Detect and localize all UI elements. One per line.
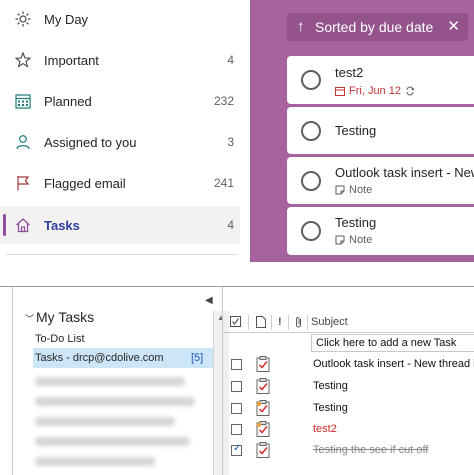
task-row[interactable]: Testing <box>223 399 474 419</box>
nav-count: 4 <box>227 218 234 232</box>
new-task-input[interactable]: Click here to add a new Task <box>311 334 474 352</box>
nav-count: 3 <box>227 135 234 149</box>
complete-checkbox-checked[interactable] <box>231 443 242 456</box>
sun-icon <box>14 10 32 28</box>
complete-checkbox[interactable] <box>231 403 242 414</box>
blurred-folder <box>35 457 155 466</box>
nav-count: 4 <box>227 53 234 67</box>
nav-item-tasks[interactable]: Tasks 4 <box>0 206 240 244</box>
task-note-label: Note <box>349 234 373 246</box>
remove-sort-icon[interactable]: ✕ <box>447 17 460 35</box>
blurred-folder <box>35 397 195 406</box>
folder-todo-list[interactable]: To-Do List <box>35 333 85 345</box>
task-clipboard-icon <box>256 356 270 372</box>
task-title: Outlook task insert - New <box>335 165 474 180</box>
task-clipboard-icon <box>256 378 270 394</box>
folder-tasks-label: Tasks - drcp@cdolive.com <box>35 352 164 364</box>
task-row[interactable]: Outlook task insert - New thread in <box>223 355 474 375</box>
chevron-down-icon: ﹀ <box>25 314 35 324</box>
nav-label: Assigned to you <box>44 134 137 150</box>
nav-label: Planned <box>44 93 92 109</box>
task-clipboard-icon <box>256 442 270 458</box>
task-meta: Note <box>335 234 372 246</box>
task-title: Testing <box>335 215 377 230</box>
flag-icon <box>14 174 32 192</box>
complete-checkbox[interactable] <box>231 359 242 370</box>
task-row[interactable]: test2 <box>223 420 474 440</box>
collapse-pane-icon[interactable]: ◀ <box>205 295 213 306</box>
nav-label: Important <box>44 52 99 68</box>
task-meta: Note <box>335 184 372 196</box>
task-recurring-icon <box>256 400 270 416</box>
tasks-panel: ↑ Sorted by due date ✕ test2 Fri, Jun 12… <box>250 0 474 262</box>
nav-item-important[interactable]: Important 4 <box>0 41 240 79</box>
my-tasks-header[interactable]: ﹀ My Tasks <box>25 309 94 325</box>
complete-circle-icon[interactable] <box>301 70 321 90</box>
person-icon <box>14 133 32 151</box>
importance-column-header[interactable]: ! <box>278 316 282 328</box>
nav-label: Tasks <box>44 217 80 233</box>
calendar-icon <box>335 87 345 96</box>
complete-column-icon[interactable] <box>230 316 241 330</box>
note-icon <box>335 235 345 245</box>
home-icon <box>14 216 32 234</box>
task-subject: Outlook task insert - New thread in <box>313 358 474 370</box>
sidebar-divider <box>6 254 238 255</box>
blurred-folder <box>35 437 190 446</box>
complete-circle-icon[interactable] <box>301 121 321 141</box>
task-row[interactable]: Testing <box>223 377 474 397</box>
task-meta: Fri, Jun 12 <box>335 85 415 97</box>
task-note-label: Note <box>349 184 373 196</box>
task-list-pane: ! Subject Click here to add a new Task O… <box>222 287 474 475</box>
my-tasks-label: My Tasks <box>36 309 95 325</box>
task-card[interactable]: test2 Fri, Jun 12 <box>287 56 474 104</box>
blurred-folder <box>35 377 185 386</box>
nav-count: 241 <box>213 176 234 190</box>
nav-label: My Day <box>44 11 89 27</box>
task-subject: Testing <box>313 402 348 414</box>
todo-sidebar: My Day Important 4 Planned 232 Assigned … <box>0 0 250 262</box>
sort-label: Sorted by due date <box>315 19 434 35</box>
task-due-date: Fri, Jun 12 <box>349 85 401 97</box>
note-icon <box>335 185 345 195</box>
task-title: Testing <box>335 123 377 138</box>
blurred-folder <box>35 417 175 426</box>
nav-item-my-day[interactable]: My Day <box>0 0 240 38</box>
task-title: test2 <box>335 65 364 80</box>
nav-label: Flagged email <box>44 175 126 191</box>
folder-tasks-count: [5] <box>191 352 204 364</box>
folder-pane: ◀ ﹀ My Tasks To-Do List Tasks - drcp@cdol… <box>12 287 229 475</box>
complete-circle-icon[interactable] <box>301 171 321 191</box>
star-icon <box>14 51 32 69</box>
task-subject: test2 <box>313 423 337 435</box>
calendar-grid-icon <box>14 92 32 110</box>
task-card[interactable]: Outlook task insert - New Note <box>287 157 474 204</box>
attachment-column-icon[interactable] <box>294 316 303 331</box>
sort-arrow-icon: ↑ <box>297 18 305 35</box>
task-card[interactable]: Testing Note <box>287 207 474 255</box>
task-card[interactable]: Testing <box>287 107 474 154</box>
repeat-icon <box>406 86 415 96</box>
nav-count: 232 <box>213 94 234 108</box>
nav-item-planned[interactable]: Planned 232 <box>0 82 240 120</box>
subject-column-header[interactable]: Subject <box>311 316 348 328</box>
task-recurring-icon <box>256 421 270 437</box>
task-subject: Testing <box>313 380 348 392</box>
complete-checkbox[interactable] <box>231 381 242 392</box>
icon-column-icon[interactable] <box>256 316 266 331</box>
task-row[interactable]: Testing the see if cut off <box>223 441 474 461</box>
sort-indicator[interactable]: ↑ Sorted by due date ✕ <box>287 13 468 41</box>
complete-circle-icon[interactable] <box>301 221 321 241</box>
complete-checkbox[interactable] <box>231 424 242 435</box>
outlook-tasks-window: ◀ ﹀ My Tasks To-Do List Tasks - drcp@cdol… <box>0 286 474 475</box>
task-list-header: ! Subject <box>223 313 474 333</box>
nav-item-flagged-email[interactable]: Flagged email 241 <box>0 164 240 202</box>
task-subject: Testing the see if cut off <box>313 444 429 456</box>
nav-item-assigned[interactable]: Assigned to you 3 <box>0 123 240 161</box>
